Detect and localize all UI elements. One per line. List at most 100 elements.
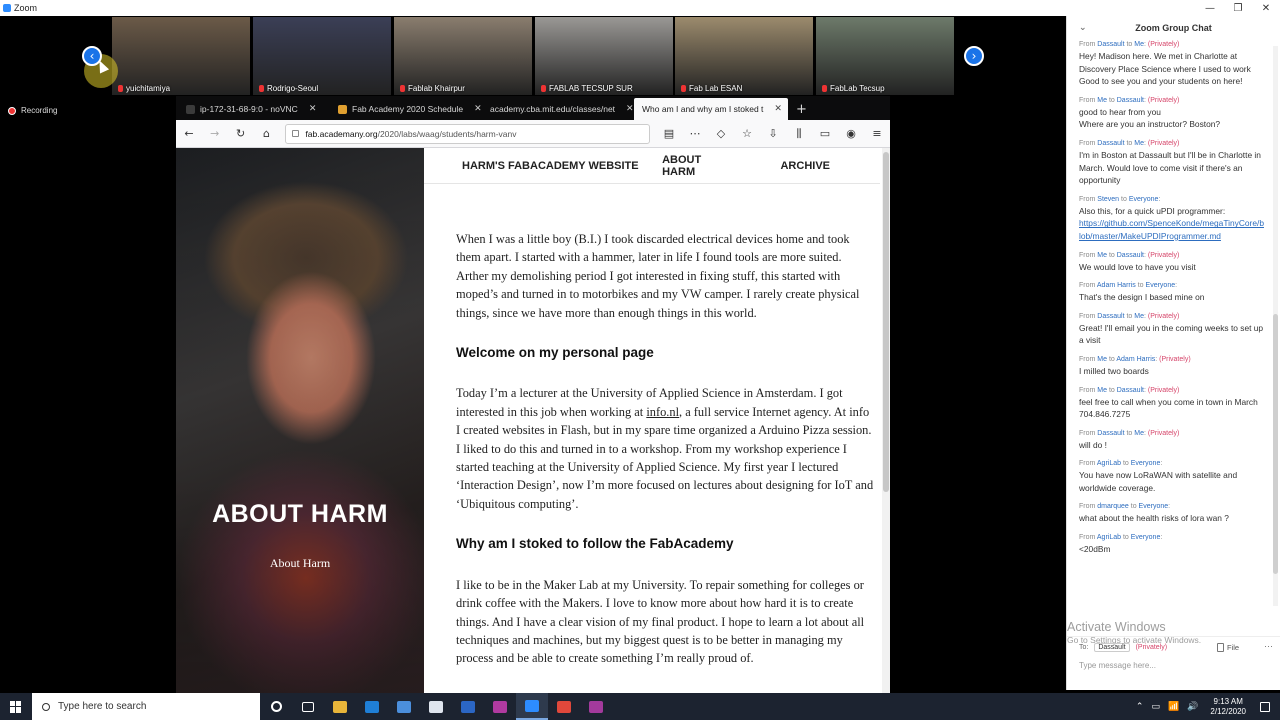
- taskbar-app-button[interactable]: [516, 693, 548, 720]
- chat-message-input[interactable]: Type message here...: [1079, 661, 1156, 670]
- browser-tab[interactable]: academy.cba.mit.edu/classes/net ✕: [482, 98, 634, 120]
- taskbar-app-button[interactable]: [452, 693, 484, 720]
- more-options-icon[interactable]: ⋯: [1264, 641, 1273, 652]
- account-icon[interactable]: ◉: [844, 127, 858, 141]
- taskbar-app-button[interactable]: [548, 693, 580, 720]
- bookmark-star-icon[interactable]: ☆: [740, 127, 754, 141]
- info-nl-link[interactable]: info.nl: [646, 405, 679, 419]
- taskbar-app-button[interactable]: [324, 693, 356, 720]
- reload-icon[interactable]: ↻: [234, 127, 248, 140]
- video-tile[interactable]: Rodrigo-Seoul: [253, 17, 391, 95]
- taskbar-search-box[interactable]: Type here to search: [32, 693, 260, 720]
- sender-name[interactable]: Me: [1097, 97, 1107, 104]
- sender-name[interactable]: Dassault: [1097, 41, 1124, 48]
- menu-hamburger-icon[interactable]: ≡: [870, 127, 884, 141]
- task-view-button[interactable]: [292, 693, 324, 720]
- sender-name[interactable]: Dassault: [1097, 313, 1124, 320]
- page-actions-icon[interactable]: ⋯: [688, 127, 702, 141]
- cortana-button[interactable]: [260, 693, 292, 720]
- recipient-name[interactable]: Everyone: [1131, 534, 1161, 541]
- recipient-select[interactable]: Dassault: [1094, 643, 1130, 652]
- gallery-next-button[interactable]: ›: [964, 46, 984, 66]
- url-bar[interactable]: fab.academany.org/2020/labs/waag/student…: [285, 123, 650, 144]
- restore-button[interactable]: ❐: [1224, 0, 1252, 16]
- system-clock[interactable]: 9:13 AM 2/12/2020: [1210, 697, 1246, 717]
- recipient-name[interactable]: Me: [1134, 41, 1144, 48]
- sender-name[interactable]: Dassault: [1097, 430, 1124, 437]
- video-tile[interactable]: Fablab Khairpur: [394, 17, 532, 95]
- sender-name[interactable]: AgriLab: [1097, 534, 1121, 541]
- browser-tab[interactable]: Fab Academy 2020 Schedule ✕: [330, 98, 482, 120]
- recipient-name[interactable]: Everyone: [1146, 282, 1176, 289]
- recipient-name[interactable]: Everyone: [1139, 503, 1169, 510]
- tab-close-icon[interactable]: ✕: [626, 104, 634, 114]
- close-button[interactable]: ✕: [1252, 0, 1280, 16]
- browser-tab[interactable]: ip-172-31-68-9:0 - noVNC ✕: [178, 98, 330, 120]
- file-button[interactable]: File: [1217, 643, 1239, 652]
- start-button[interactable]: [0, 693, 32, 720]
- video-tile[interactable]: FabLab Tecsup: [816, 17, 954, 95]
- recipient-name[interactable]: Dassault: [1117, 387, 1144, 394]
- chevron-down-icon[interactable]: ⌄: [1079, 23, 1087, 33]
- page-scrollbar[interactable]: [882, 148, 890, 693]
- library-icon[interactable]: ⫼: [792, 127, 806, 141]
- site-brand-link[interactable]: HARM'S FABACADEMY WEBSITE: [462, 160, 662, 172]
- browser-tab-active[interactable]: Who am I and why am I stoked t ✕: [634, 98, 788, 120]
- sender-name[interactable]: Dassault: [1097, 140, 1124, 147]
- recipient-name[interactable]: Everyone: [1129, 196, 1159, 203]
- taskbar-app-button[interactable]: [484, 693, 516, 720]
- volume-icon[interactable]: 🔊: [1187, 702, 1198, 712]
- recipient-name[interactable]: Everyone: [1131, 460, 1161, 467]
- taskbar-app-button[interactable]: [580, 693, 612, 720]
- home-icon[interactable]: ⌂: [260, 127, 274, 140]
- sender-name[interactable]: Me: [1097, 387, 1107, 394]
- chat-scrollbar-thumb[interactable]: [1273, 314, 1278, 574]
- pocket-icon[interactable]: ◇: [714, 127, 728, 141]
- notifications-icon[interactable]: [1260, 701, 1270, 712]
- nav-link-archive[interactable]: ARCHIVE: [780, 160, 830, 172]
- forward-arrow-icon[interactable]: →: [208, 127, 222, 140]
- recipient-name[interactable]: Dassault: [1117, 97, 1144, 104]
- reader-view-icon[interactable]: ▤: [662, 127, 676, 141]
- sender-name[interactable]: Me: [1097, 356, 1107, 363]
- app-purple-icon: [493, 700, 507, 713]
- new-tab-button[interactable]: +: [788, 98, 815, 120]
- battery-icon[interactable]: ▭: [1151, 702, 1160, 712]
- video-tile[interactable]: FABLAB TECSUP SUR: [535, 17, 673, 95]
- sidebar-icon[interactable]: ▭: [818, 127, 832, 141]
- network-icon[interactable]: 📶: [1168, 702, 1179, 712]
- back-arrow-icon[interactable]: ←: [182, 127, 196, 140]
- sender-name[interactable]: dmarquee: [1097, 503, 1129, 510]
- chat-message-link[interactable]: https://github.com/SpenceKonde/megaTinyC…: [1079, 217, 1265, 242]
- sender-name[interactable]: Adam Harris: [1097, 282, 1136, 289]
- recipient-name[interactable]: Me: [1134, 313, 1144, 320]
- intro-paragraph: When I was a little boy (B.I.) I took di…: [456, 232, 860, 320]
- show-hidden-icons-icon[interactable]: ⌃: [1136, 702, 1144, 712]
- chat-scrollbar[interactable]: [1273, 46, 1278, 606]
- clock-date: 2/12/2020: [1210, 706, 1246, 716]
- muted-mic-icon: [681, 85, 686, 92]
- taskbar-app-button[interactable]: [388, 693, 420, 720]
- recipient-name[interactable]: Me: [1134, 140, 1144, 147]
- sender-name[interactable]: Me: [1097, 252, 1107, 259]
- minimize-button[interactable]: —: [1196, 0, 1224, 16]
- tab-close-icon[interactable]: ✕: [474, 104, 482, 114]
- video-tile[interactable]: yuichitamiya: [112, 17, 250, 95]
- taskbar-app-button[interactable]: [420, 693, 452, 720]
- sender-name[interactable]: AgriLab: [1097, 460, 1121, 467]
- recipient-name[interactable]: Adam Harris: [1116, 356, 1155, 363]
- taskbar-app-button[interactable]: [356, 693, 388, 720]
- scrollbar-thumb[interactable]: [883, 152, 889, 492]
- nav-link-about[interactable]: ABOUT HARM: [662, 154, 730, 178]
- tab-close-icon[interactable]: ✕: [309, 104, 317, 114]
- recipient-name[interactable]: Dassault: [1117, 252, 1144, 259]
- article-content: When I was a little boy (B.I.) I took di…: [456, 230, 874, 690]
- sender-name[interactable]: Steven: [1097, 196, 1119, 203]
- recording-indicator[interactable]: Recording: [8, 106, 57, 115]
- recipient-name[interactable]: Me: [1134, 430, 1144, 437]
- video-tile[interactable]: Fab Lab ESAN: [675, 17, 813, 95]
- private-badge: (Privately): [1147, 139, 1180, 147]
- downloads-icon[interactable]: ⇩: [766, 127, 780, 141]
- tab-close-icon[interactable]: ✕: [774, 104, 782, 114]
- chat-message-meta: From Dassault to Me: (Privately): [1079, 41, 1180, 48]
